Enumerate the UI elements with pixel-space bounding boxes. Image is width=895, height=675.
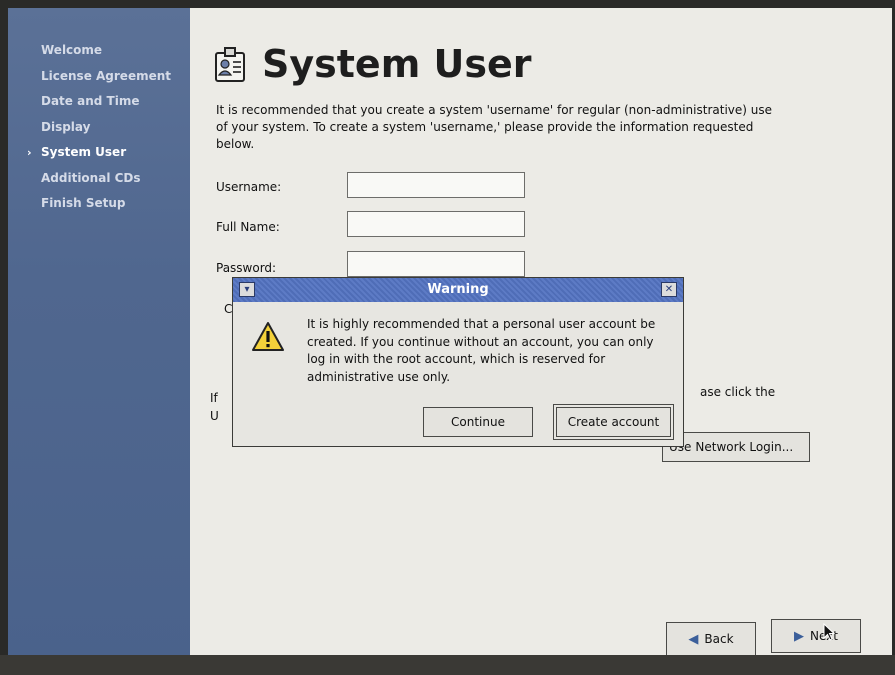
warning-dialog: ▾ Warning ✕ It is highly recommended tha…	[232, 277, 684, 447]
intro-text: It is recommended that you create a syst…	[216, 103, 773, 151]
warning-icon	[252, 322, 284, 351]
close-icon[interactable]: ✕	[661, 282, 677, 297]
next-arrow-icon: ▶	[794, 628, 805, 644]
network-login-button[interactable]: Use Network Login...	[662, 432, 810, 462]
password-label: Password:	[216, 261, 277, 275]
full-name-field[interactable]	[347, 211, 525, 237]
sidebar-item-system-user: › System User	[8, 140, 190, 166]
sidebar-item-additional-cds: Additional CDs	[8, 166, 190, 192]
network-login-label: Network Login...	[695, 440, 794, 454]
dialog-titlebar[interactable]: ▾ Warning ✕	[233, 278, 683, 302]
continue-button[interactable]: Continue	[423, 407, 533, 437]
network-text-fragment-line1: If	[210, 391, 218, 405]
network-text-fragment-right: ase click the	[700, 385, 776, 399]
username-label: Username:	[216, 180, 282, 194]
sidebar-item-date-time: Date and Time	[8, 89, 190, 115]
sidebar-item-finish-setup: Finish Setup	[8, 191, 190, 217]
back-arrow-icon: ◀	[688, 631, 699, 647]
monitor-bezel	[0, 655, 895, 675]
sidebar-item-license: License Agreement	[8, 64, 190, 90]
back-label: Back	[704, 632, 734, 646]
sidebar-item-label: Welcome	[41, 43, 103, 57]
current-step-marker-icon: ›	[27, 146, 32, 159]
full-name-label: Full Name:	[216, 220, 280, 234]
sidebar-steps: Welcome License Agreement Date and Time …	[8, 8, 190, 217]
sidebar-item-label: Additional CDs	[41, 170, 141, 185]
next-button[interactable]: ▶Next	[771, 619, 861, 653]
mouse-pointer-icon	[823, 623, 835, 641]
dialog-message: It is highly recommended that a personal…	[307, 317, 656, 384]
password-field[interactable]	[347, 251, 525, 277]
sidebar: Welcome License Agreement Date and Time …	[8, 8, 190, 674]
page-title: System User	[262, 42, 532, 86]
sidebar-item-label: Finish Setup	[41, 196, 126, 210]
sidebar-item-welcome: Welcome	[8, 38, 190, 64]
create-account-button[interactable]: Create account	[553, 404, 674, 440]
user-id-card-icon	[215, 47, 245, 82]
sidebar-item-label: Date and Time	[41, 94, 140, 108]
username-field[interactable]	[347, 172, 525, 198]
sidebar-item-display: Display	[8, 115, 190, 141]
network-text-fragment-line2: U	[210, 409, 219, 423]
back-button[interactable]: ◀ Back	[666, 622, 756, 656]
window-menu-icon[interactable]: ▾	[239, 282, 255, 297]
sidebar-item-label: System User	[41, 145, 127, 159]
sidebar-item-label: Display	[41, 119, 91, 134]
page-header: System User	[212, 34, 532, 94]
dialog-title: Warning	[427, 282, 489, 297]
sidebar-item-label: License Agreement	[41, 68, 172, 83]
